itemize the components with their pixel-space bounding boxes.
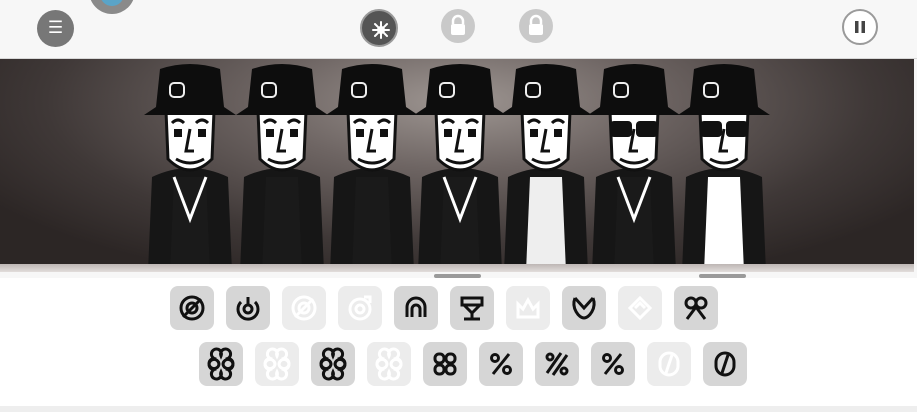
stage bbox=[0, 59, 917, 272]
sound-button[interactable] bbox=[591, 342, 635, 386]
clover-sound-icon bbox=[319, 347, 347, 381]
stage-floor bbox=[0, 264, 917, 272]
bonus-sparkle-icon bbox=[372, 21, 390, 39]
square-clover-sound-icon bbox=[433, 352, 457, 376]
double-percent-sound-icon bbox=[545, 352, 569, 376]
singer-3[interactable] bbox=[326, 64, 418, 272]
singer-1[interactable] bbox=[144, 64, 236, 272]
singer-4[interactable] bbox=[414, 64, 506, 272]
clover-sound-icon bbox=[207, 347, 235, 381]
sound-button[interactable] bbox=[618, 286, 662, 330]
target-sound-icon bbox=[291, 295, 317, 321]
sound-button[interactable] bbox=[199, 342, 243, 386]
top-bar: ☰ bbox=[0, 0, 917, 59]
bonus-button-2[interactable] bbox=[441, 9, 475, 43]
characters bbox=[144, 64, 770, 272]
bonus-button-1[interactable] bbox=[360, 9, 398, 47]
zero-sound-icon bbox=[714, 351, 736, 377]
sound-button[interactable] bbox=[647, 342, 691, 386]
target-sound-icon bbox=[179, 295, 205, 321]
clover-sound-icon bbox=[263, 347, 291, 381]
arch-sound-icon bbox=[405, 296, 427, 317]
pause-icon bbox=[855, 21, 865, 33]
sound-button[interactable] bbox=[703, 342, 747, 386]
power-sound-icon bbox=[236, 297, 260, 321]
sound-button[interactable] bbox=[674, 286, 718, 330]
sound-button[interactable] bbox=[282, 286, 326, 330]
sound-icon-tray bbox=[0, 278, 917, 406]
sound-button[interactable] bbox=[311, 342, 355, 386]
double-loop-sound-icon bbox=[684, 296, 708, 320]
sound-button[interactable] bbox=[423, 342, 467, 386]
sound-button[interactable] bbox=[367, 342, 411, 386]
sound-button[interactable] bbox=[562, 286, 606, 330]
pause-button[interactable] bbox=[842, 9, 878, 45]
sound-button[interactable] bbox=[255, 342, 299, 386]
singer-7[interactable] bbox=[678, 64, 770, 272]
sound-button[interactable] bbox=[450, 286, 494, 330]
menu-button[interactable]: ☰ bbox=[37, 10, 74, 47]
zero-sound-icon bbox=[658, 351, 680, 377]
diamond-sound-icon bbox=[627, 295, 653, 321]
sound-button[interactable] bbox=[506, 286, 550, 330]
lock-icon bbox=[529, 14, 543, 35]
percent-sound-icon bbox=[490, 353, 512, 375]
sound-button[interactable] bbox=[170, 286, 214, 330]
sound-button[interactable] bbox=[338, 286, 382, 330]
sound-button[interactable] bbox=[535, 342, 579, 386]
singer-5[interactable] bbox=[500, 64, 592, 272]
stand-sound-icon bbox=[460, 296, 484, 321]
singer-6[interactable] bbox=[588, 64, 680, 272]
crown-sound-icon bbox=[516, 296, 540, 319]
sound-button[interactable] bbox=[479, 342, 523, 386]
sound-button[interactable] bbox=[394, 286, 438, 330]
percent-sound-icon bbox=[602, 353, 624, 375]
singer-2[interactable] bbox=[236, 64, 328, 272]
arrow-target-sound-icon bbox=[348, 295, 372, 321]
sound-button[interactable] bbox=[226, 286, 270, 330]
lock-icon bbox=[451, 14, 465, 35]
menu-icon: ☰ bbox=[47, 18, 64, 38]
clover-sound-icon bbox=[375, 347, 403, 381]
loop-sound-icon bbox=[572, 296, 596, 320]
character-badge-icon[interactable] bbox=[89, 0, 135, 14]
bottom-border bbox=[0, 406, 917, 412]
bonus-button-3[interactable] bbox=[519, 9, 553, 43]
